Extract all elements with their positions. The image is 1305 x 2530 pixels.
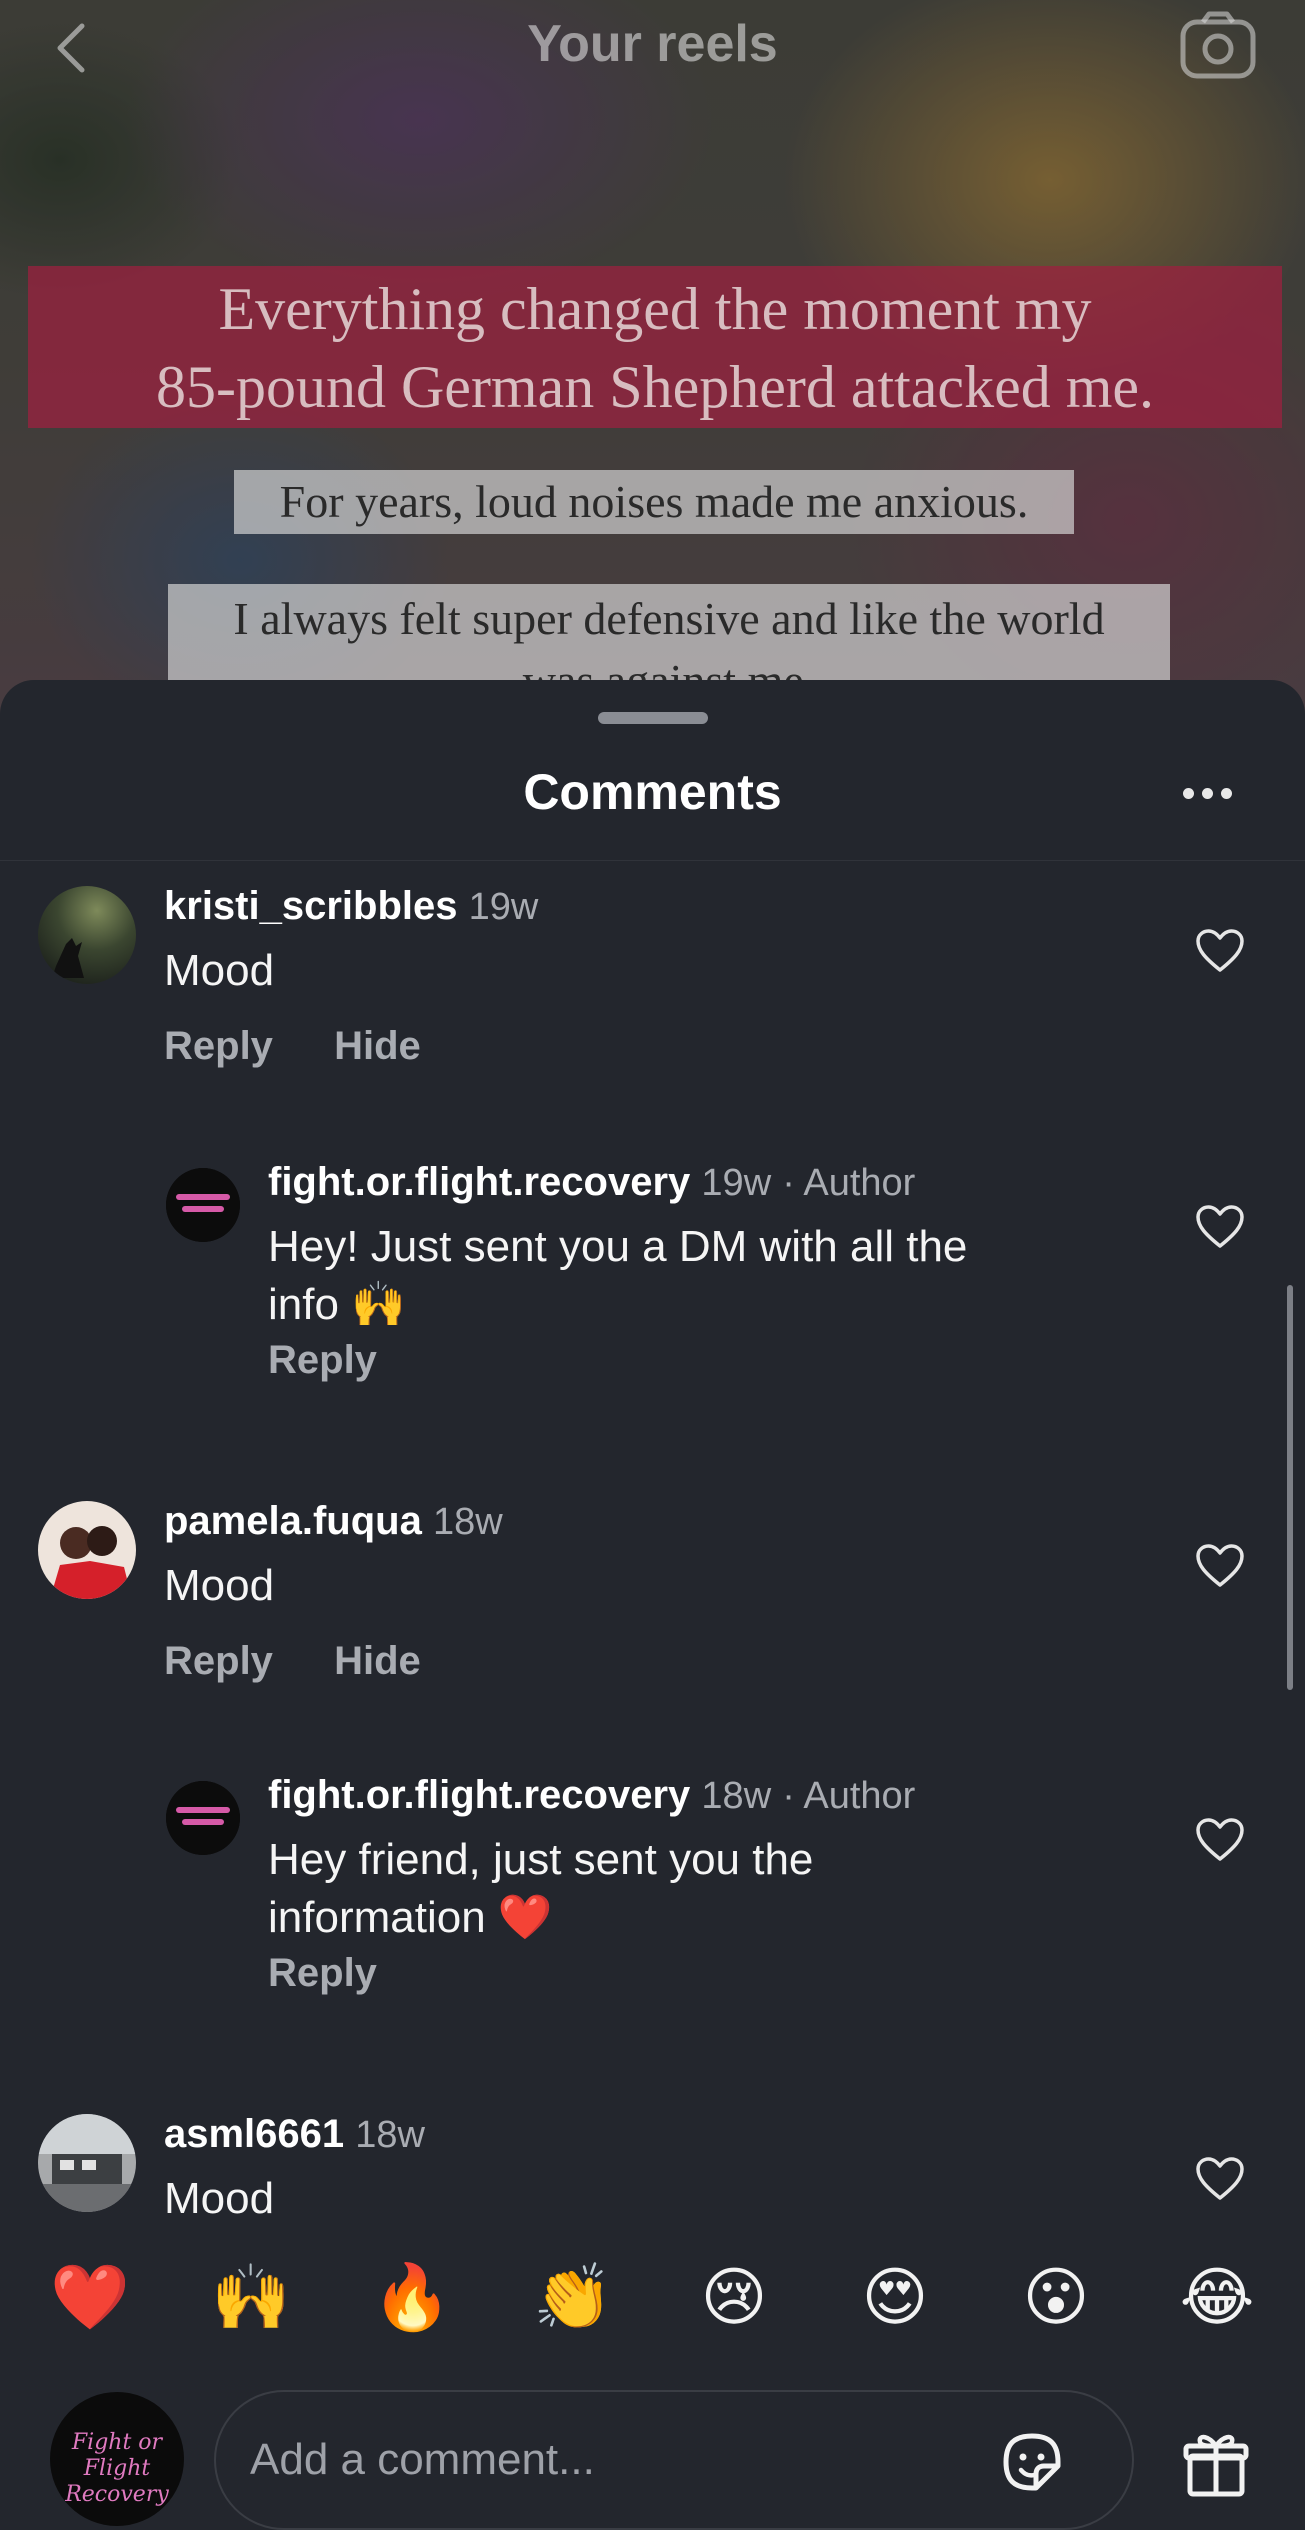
sticker-icon[interactable] — [996, 2426, 1068, 2498]
reply-button[interactable]: Reply — [164, 1639, 273, 1683]
heart-icon[interactable] — [1195, 1817, 1245, 1863]
comment-header: fight.or.flight.recovery 19w · Author — [268, 1160, 915, 1205]
comment-username[interactable]: pamela.fuqua — [164, 1499, 422, 1543]
avatar[interactable] — [166, 1781, 240, 1855]
avatar-image — [166, 1168, 240, 1242]
reply-button[interactable]: Reply — [268, 1338, 377, 1382]
comment-text: Mood — [164, 2174, 275, 2223]
emoji-surprised-button[interactable]: 😮 — [1016, 2258, 1096, 2338]
caption-line: I always felt super defensive and like t… — [233, 593, 1105, 644]
comment-username[interactable]: fight.or.flight.recovery — [268, 1773, 690, 1817]
comment-item: kristi_scribbles 19w Mood Reply Hide — [0, 880, 1305, 1068]
reel-caption-2: For years, loud noises made me anxious. — [234, 470, 1074, 534]
camera-icon[interactable] — [1179, 10, 1257, 80]
avatar: Fight or Flight Recovery — [50, 2392, 184, 2526]
comment-time: 18w — [701, 1775, 772, 1817]
comment-header: asml6661 18w — [164, 2112, 425, 2157]
reel-header: Your reels — [0, 0, 1305, 96]
avatar-image — [38, 2114, 136, 2212]
heart-icon[interactable] — [1195, 2156, 1245, 2202]
hide-button[interactable]: Hide — [334, 1024, 421, 1068]
avatar[interactable] — [38, 886, 136, 984]
comment-text-line: information ❤️ — [268, 1893, 553, 1942]
comment-actions: Reply Hide — [164, 1024, 471, 1069]
comment-composer: Fight or Flight Recovery — [0, 2390, 1305, 2530]
more-horizontal-icon[interactable] — [1183, 788, 1233, 802]
comment-username[interactable]: fight.or.flight.recovery — [268, 1160, 690, 1204]
comment-time: 18w — [432, 1501, 503, 1543]
caption-line: Everything changed the moment my — [218, 276, 1092, 342]
gift-icon[interactable] — [1180, 2426, 1252, 2498]
scrollbar[interactable] — [1287, 1285, 1293, 1690]
emoji-laughing-button[interactable]: 😂 — [1177, 2258, 1257, 2338]
quick-emoji-bar: ❤️ 🙌 🔥 👏 😢 😍 😮 😂 — [0, 2258, 1305, 2348]
comments-sheet: Comments kristi_scribbles 19w Mood Reply… — [0, 680, 1305, 2483]
divider — [0, 860, 1305, 861]
emoji-crying-button[interactable]: 😢 — [694, 2258, 774, 2338]
emoji-heart-button[interactable]: ❤️ — [50, 2258, 130, 2338]
comment-reply-item: fight.or.flight.recovery 18w · Author He… — [0, 1773, 1305, 2003]
comment-header: pamela.fuqua 18w — [164, 1499, 503, 1544]
comment-text-line: info 🙌 — [268, 1280, 406, 1329]
comment-actions: Reply Hide — [164, 1639, 471, 1684]
comment-text: Hey friend, just sent you the informatio… — [268, 1831, 813, 1947]
comment-item: pamela.fuqua 18w Mood Reply Hide — [0, 1495, 1305, 1683]
comment-text-line: Hey! Just sent you a DM with all the — [268, 1222, 968, 1271]
caption-line: 85-pound German Shepherd attacked me. — [156, 354, 1154, 420]
comment-item: asml6661 18w Mood — [0, 2108, 1305, 2238]
comment-username[interactable]: asml6661 — [164, 2112, 344, 2156]
comment-time: 19w — [701, 1162, 772, 1204]
avatar-image — [166, 1781, 240, 1855]
emoji-raised-hands-button[interactable]: 🙌 — [211, 2258, 291, 2338]
hide-button[interactable]: Hide — [334, 1639, 421, 1683]
page-title: Your reels — [527, 15, 778, 73]
comments-title: Comments — [523, 764, 782, 820]
comment-header: kristi_scribbles 19w — [164, 884, 538, 929]
avatar[interactable] — [166, 1168, 240, 1242]
comment-reply-item: fight.or.flight.recovery 19w · Author He… — [0, 1160, 1305, 1390]
comment-text: Mood — [164, 1561, 275, 1610]
avatar-logo-text: Recovery — [65, 2482, 169, 2507]
comment-actions: Reply — [268, 1951, 427, 1996]
heart-icon[interactable] — [1195, 1543, 1245, 1589]
emoji-clap-button[interactable]: 👏 — [533, 2258, 613, 2338]
heart-icon[interactable] — [1195, 928, 1245, 974]
comment-actions: Reply — [268, 1338, 427, 1383]
comment-text: Hey! Just sent you a DM with all the inf… — [268, 1218, 967, 1334]
avatar[interactable] — [38, 1501, 136, 1599]
avatar[interactable] — [38, 2114, 136, 2212]
avatar-image — [38, 886, 136, 984]
avatar-image — [38, 1501, 136, 1599]
reply-button[interactable]: Reply — [268, 1951, 377, 1995]
comment-text-line: Hey friend, just sent you the — [268, 1835, 814, 1884]
emoji-heart-eyes-button[interactable]: 😍 — [855, 2258, 935, 2338]
avatar-logo-text: Fight or Flight — [71, 2430, 163, 2481]
comment-time: 18w — [355, 2114, 425, 2156]
comment-time: 19w — [468, 886, 539, 928]
emoji-fire-button[interactable]: 🔥 — [372, 2258, 452, 2338]
author-badge: · Author — [782, 1162, 916, 1204]
reel-caption-headline: Everything changed the moment my 85-poun… — [28, 266, 1282, 428]
comment-username[interactable]: kristi_scribbles — [164, 884, 458, 928]
heart-icon[interactable] — [1195, 1204, 1245, 1250]
author-badge: · Author — [782, 1775, 916, 1817]
sheet-drag-handle[interactable] — [598, 712, 708, 724]
comment-header: fight.or.flight.recovery 18w · Author — [268, 1773, 915, 1818]
reply-button[interactable]: Reply — [164, 1024, 273, 1068]
comment-text: Mood — [164, 946, 275, 995]
